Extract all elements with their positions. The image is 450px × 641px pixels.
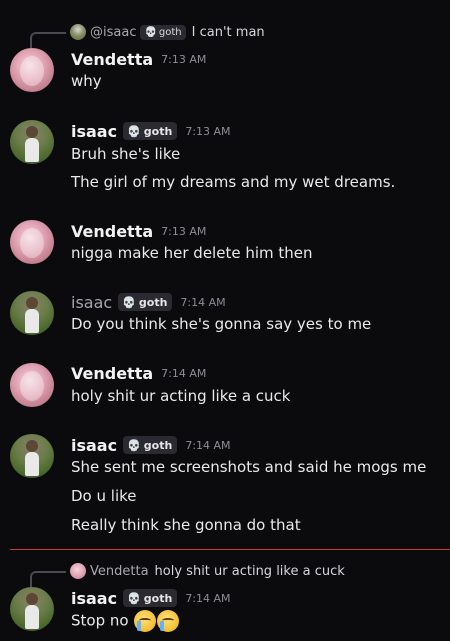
avatar[interactable] (10, 120, 54, 164)
author-name[interactable]: isaac (71, 589, 117, 608)
tag-label: goth (143, 591, 173, 605)
reply-connector (30, 32, 66, 48)
timestamp: 7:13 AM (161, 224, 207, 238)
skull-icon: 💀 (122, 295, 136, 309)
message-text: holy shit ur acting like a cuck (71, 387, 291, 405)
author-name[interactable]: Vendetta (71, 364, 153, 383)
clan-tag[interactable]: 💀 goth (123, 436, 178, 454)
timestamp: 7:13 AM (185, 124, 231, 138)
message-text: nigga make her delete him then (71, 244, 313, 262)
timestamp: 7:14 AM (185, 591, 231, 605)
reply-avatar (70, 24, 86, 40)
message-text: Really think she gonna do that (71, 516, 301, 534)
timestamp: 7:13 AM (161, 52, 207, 66)
tag-label: goth (143, 438, 173, 452)
message-text: Do you think she's gonna say yes to me (71, 315, 372, 333)
chat-log: @isaac 💀 goth I can't man Vendetta 7:13 … (0, 0, 450, 641)
author-name[interactable]: Vendetta (71, 222, 153, 241)
author-name[interactable]: isaac (71, 436, 117, 455)
message-text: Bruh she's like (71, 145, 181, 163)
skull-icon: 💀 (144, 26, 157, 38)
reply-avatar (70, 563, 86, 579)
avatar[interactable] (10, 48, 54, 92)
tag-label: goth (158, 26, 182, 38)
skull-icon: 💀 (127, 124, 141, 138)
clan-tag[interactable]: 💀 goth (123, 589, 178, 607)
message-text: The girl of my dreams and my wet dreams. (71, 173, 396, 191)
message-text: Do u like (71, 487, 137, 505)
reply-text[interactable]: I can't man (192, 25, 265, 40)
message-text-content: Stop no (71, 611, 129, 630)
timestamp: 7:14 AM (180, 295, 226, 309)
reply-tag: 💀 goth (140, 24, 186, 40)
clan-tag[interactable]: 💀 goth (118, 293, 173, 311)
reply-connector (30, 571, 66, 587)
skull-icon: 💀 (127, 438, 141, 452)
skull-icon: 💀 (127, 591, 141, 605)
avatar[interactable] (10, 434, 54, 478)
clan-tag[interactable]: 💀 goth (123, 122, 178, 140)
message-text: She sent me screenshots and said he mogs… (71, 458, 427, 476)
tag-label: goth (143, 124, 173, 138)
crying-face-icon (134, 610, 157, 632)
message-text: why (71, 72, 102, 90)
author-name[interactable]: isaac (71, 293, 112, 312)
timestamp: 7:14 AM (161, 366, 207, 380)
reply-author[interactable]: @isaac (90, 25, 136, 40)
crying-face-icon (157, 610, 180, 632)
avatar[interactable] (10, 291, 54, 335)
reply-text[interactable]: holy shit ur acting like a cuck (155, 564, 345, 579)
new-messages-divider (10, 549, 450, 550)
tag-label: goth (138, 295, 168, 309)
message-text: Stop no (71, 610, 180, 632)
author-name[interactable]: isaac (71, 122, 117, 141)
timestamp: 7:14 AM (185, 438, 231, 452)
avatar[interactable] (10, 220, 54, 264)
author-name[interactable]: Vendetta (71, 50, 153, 69)
reply-author[interactable]: Vendetta (90, 564, 149, 579)
avatar[interactable] (10, 363, 54, 407)
avatar[interactable] (10, 587, 54, 631)
